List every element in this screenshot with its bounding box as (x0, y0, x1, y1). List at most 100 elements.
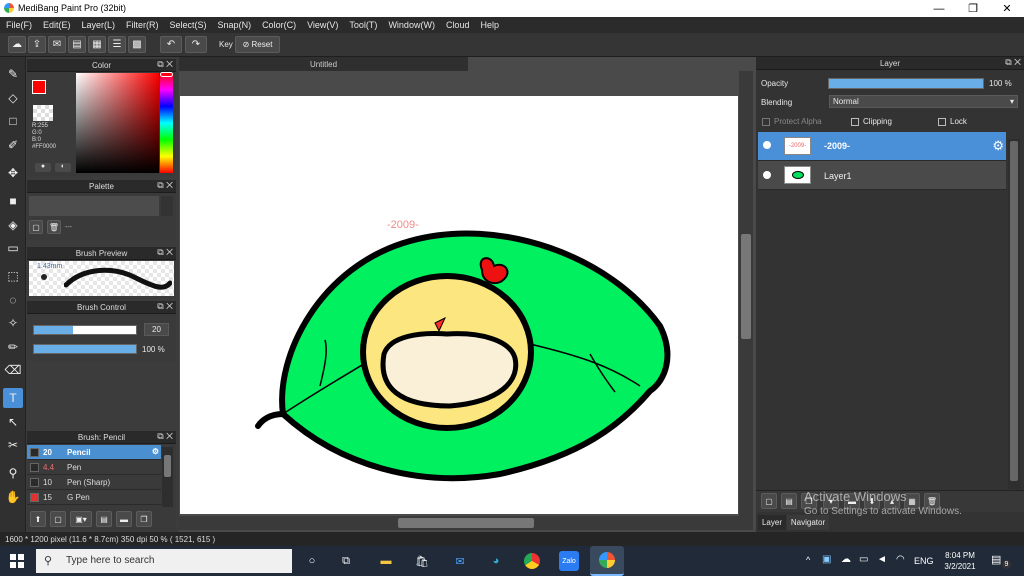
menu-edit[interactable]: Edit(E) (43, 20, 71, 30)
tab-layer[interactable]: Layer (758, 515, 786, 530)
drawing-canvas[interactable]: -2009- (180, 96, 738, 514)
onedrive-icon[interactable]: ☁ (841, 554, 851, 565)
minimize-button[interactable]: — (922, 0, 956, 17)
menu-file[interactable]: File(F) (6, 20, 32, 30)
document-tab[interactable]: Untitled (179, 57, 468, 71)
layer-visibility-icon[interactable] (763, 171, 771, 179)
lasso-icon[interactable]: ◌ (3, 290, 23, 310)
text-icon[interactable]: T (3, 388, 23, 408)
share-icon[interactable]: ⇪ (28, 36, 46, 53)
clipping-option[interactable]: Clipping (851, 117, 892, 126)
color-mode-button-2[interactable]: ◐ (55, 163, 71, 172)
menu-color[interactable]: Color(C) (262, 20, 296, 30)
brush-icon[interactable]: ✐ (3, 135, 23, 155)
hue-handle[interactable] (160, 72, 173, 77)
delete-palette-icon[interactable]: 🗑 (47, 220, 61, 234)
panel-close-icon[interactable]: ⧉ ✕ (157, 180, 173, 191)
brush-item-g-pen[interactable]: 15 G Pen (27, 490, 161, 505)
brush-list-scroll-thumb[interactable] (164, 455, 171, 477)
message-icon[interactable]: ▤ (68, 36, 86, 53)
foreground-color-swatch[interactable] (32, 80, 46, 94)
mail-icon[interactable]: ✉ (450, 551, 470, 571)
add-brush-icon[interactable]: ⬆ (30, 511, 46, 527)
layer-name[interactable]: Layer1 (824, 171, 852, 181)
menu-filter[interactable]: Filter(R) (126, 20, 159, 30)
new-halftone-layer-icon[interactable]: ▤ (781, 493, 797, 509)
menu-window[interactable]: Window(W) (388, 20, 435, 30)
brush-list-scrollbar[interactable] (162, 447, 173, 507)
edge-icon[interactable]: ◕ (486, 551, 506, 571)
layer-opacity-slider[interactable] (828, 78, 984, 89)
layer-list-scrollbar[interactable] (1008, 139, 1020, 489)
panel-close-icon[interactable]: ⧉ ✕ (1005, 57, 1021, 68)
palette-swatches[interactable] (29, 196, 159, 216)
task-view-icon[interactable]: ⧉ (336, 551, 356, 571)
undo-icon[interactable]: ↶ (160, 36, 182, 53)
show-hidden-icons[interactable]: ^ (806, 555, 810, 565)
layer-visibility-icon[interactable] (763, 141, 771, 149)
brush-delete-icon[interactable]: ❐ (136, 511, 152, 527)
zalo-icon[interactable]: Zalo (559, 551, 579, 571)
layer-name[interactable]: -2009- (824, 141, 850, 151)
palette-scrollbar[interactable] (161, 196, 173, 216)
menu-snap[interactable]: Snap(N) (218, 20, 252, 30)
divide-icon[interactable]: ✂ (3, 435, 23, 455)
lock-option[interactable]: Lock (938, 117, 967, 126)
eyedropper-icon[interactable]: ⚲ (3, 463, 23, 483)
magic-wand-icon[interactable]: ✧ (3, 313, 23, 333)
list-icon[interactable]: ☰ (108, 36, 126, 53)
menu-view[interactable]: View(V) (307, 20, 338, 30)
move-icon[interactable]: ✥ (3, 163, 23, 183)
menu-cloud[interactable]: Cloud (446, 20, 470, 30)
store-icon[interactable]: 🛍 (412, 551, 432, 571)
gear-icon[interactable]: ⚙ (992, 138, 1004, 154)
menu-select[interactable]: Select(S) (170, 20, 207, 30)
horizontal-scrollbar[interactable] (179, 516, 753, 530)
dot-icon[interactable]: □ (3, 111, 23, 131)
rect-select-icon[interactable]: ⬚ (3, 266, 23, 286)
chrome-icon[interactable] (522, 551, 542, 571)
brush-item-pen-sharp[interactable]: 10 Pen (Sharp) (27, 475, 161, 490)
document-icon[interactable]: ▦ (88, 36, 106, 53)
maximize-button[interactable]: ❐ (956, 0, 990, 17)
language-indicator[interactable]: ENG (914, 556, 934, 566)
select-eraser-icon[interactable]: ⌫ (3, 360, 23, 380)
saturation-value-picker[interactable] (76, 73, 159, 173)
panel-close-icon[interactable]: ⧉ ✕ (157, 301, 173, 312)
protect-alpha-checkbox[interactable] (762, 117, 770, 126)
medibang-taskbar-icon[interactable] (590, 546, 624, 576)
notification-icon[interactable]: ▤ (991, 553, 1001, 566)
select-pen-icon[interactable]: ✏ (3, 337, 23, 357)
reset-button[interactable]: ⊘ Reset (235, 36, 280, 53)
copy-brush-icon[interactable]: ▢ (50, 511, 66, 527)
hand-icon[interactable]: ✋ (3, 487, 23, 507)
brush-opacity-slider[interactable] (33, 344, 137, 354)
panel-close-icon[interactable]: ⧉ ✕ (157, 431, 173, 442)
gradation-icon[interactable]: ▭ (3, 238, 23, 258)
new-palette-icon[interactable]: ▢ (29, 220, 43, 234)
brush-item-pencil[interactable]: 20 Pencil ⚙ (27, 445, 161, 460)
layer-row-layer1[interactable]: Layer1 (758, 161, 1006, 190)
wifi-icon[interactable]: ◠ (896, 554, 905, 565)
color-mode-button-1[interactable]: ● (35, 163, 51, 172)
brush-menu-icon[interactable]: ▣▾ (70, 511, 92, 527)
volume-icon[interactable]: ◄ (877, 554, 887, 565)
brush-size-value[interactable]: 20 (144, 323, 169, 336)
taskbar-search-box[interactable]: ⚲ Type here to search (36, 549, 292, 573)
layer-scroll-thumb[interactable] (1010, 141, 1018, 481)
close-button[interactable]: ✕ (990, 0, 1024, 17)
blending-select[interactable]: Normal ▾ (829, 95, 1018, 108)
gear-icon[interactable]: ⚙ (152, 447, 159, 456)
vertical-scrollbar[interactable] (739, 71, 753, 516)
tray-app-icon[interactable]: ▣ (822, 554, 831, 565)
protect-alpha-option[interactable]: Protect Alpha (762, 117, 822, 126)
brush-folder-icon[interactable]: ▬ (116, 511, 132, 527)
battery-icon[interactable]: ▭ (859, 554, 868, 565)
panel-close-icon[interactable]: ⧉ ✕ (157, 247, 173, 258)
panel-close-icon[interactable]: ⧉ ✕ (157, 59, 173, 70)
new-layer-icon[interactable]: ▢ (761, 493, 777, 509)
grid-icon[interactable]: ▩ (128, 36, 146, 53)
layer-row-2009[interactable]: -2009- -2009- ⚙ (758, 132, 1006, 161)
hue-slider[interactable] (160, 73, 173, 173)
brush-item-pen[interactable]: 4.4 Pen (27, 460, 161, 475)
